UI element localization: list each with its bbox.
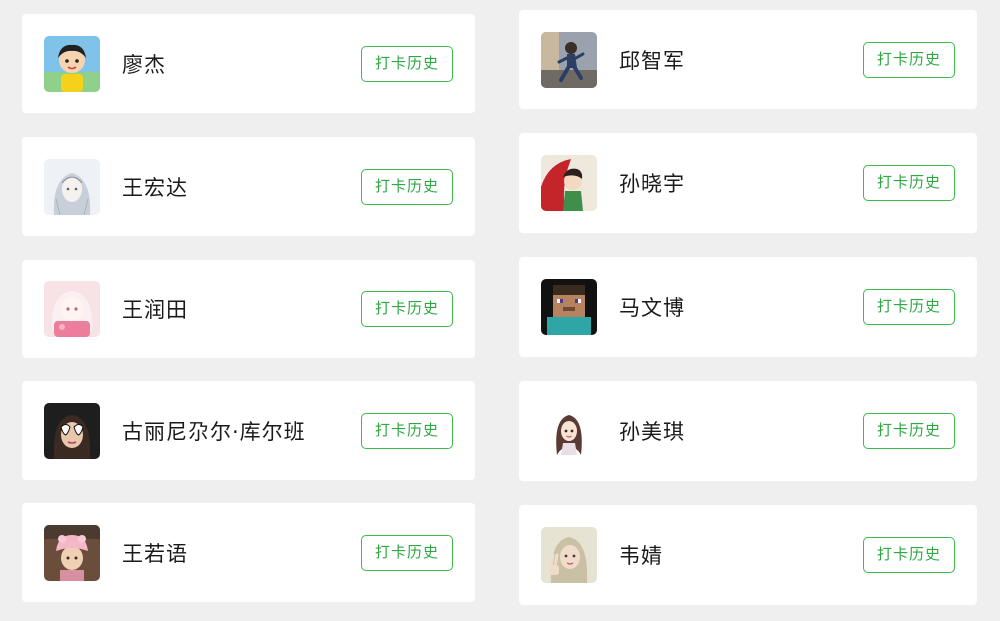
member-card: 王宏达 打卡历史 bbox=[22, 137, 475, 236]
red-umbrella-girl-avatar-icon bbox=[541, 155, 597, 211]
member-card: 孙晓宇 打卡历史 bbox=[519, 133, 977, 233]
member-card: 孙美琪 打卡历史 bbox=[519, 381, 977, 481]
member-name: 王宏达 bbox=[122, 175, 188, 200]
checkin-history-button[interactable]: 打卡历史 bbox=[863, 537, 955, 573]
pink-hat-girl-avatar-icon bbox=[44, 524, 100, 581]
heart-sunglasses-girl-avatar-icon bbox=[44, 402, 100, 459]
checkin-history-button[interactable]: 打卡历史 bbox=[863, 289, 955, 325]
minecraft-steve-avatar-icon bbox=[541, 279, 597, 335]
checkin-history-button[interactable]: 打卡历史 bbox=[863, 165, 955, 201]
member-card: 古丽尼尕尔·库尔班 打卡历史 bbox=[22, 381, 475, 480]
member-name: 古丽尼尕尔·库尔班 bbox=[122, 419, 306, 444]
member-name: 王润田 bbox=[122, 298, 188, 322]
member-name: 韦婧 bbox=[619, 544, 663, 568]
member-name: 王若语 bbox=[122, 541, 188, 566]
cartoon-boy-avatar-icon bbox=[44, 35, 100, 92]
peace-sign-girl-avatar-icon bbox=[541, 527, 597, 583]
member-card: 王润田 打卡历史 bbox=[22, 260, 475, 358]
member-card: 马文博 打卡历史 bbox=[519, 257, 977, 357]
member-name: 孙晓宇 bbox=[619, 172, 685, 196]
member-card: 王若语 打卡历史 bbox=[22, 503, 475, 602]
checkin-history-button[interactable]: 打卡历史 bbox=[361, 168, 453, 205]
checkin-history-button[interactable]: 打卡历史 bbox=[361, 534, 453, 571]
member-card: 韦婧 打卡历史 bbox=[519, 505, 977, 605]
member-card: 邱智军 打卡历史 bbox=[519, 10, 977, 109]
checkin-history-button[interactable]: 打卡历史 bbox=[863, 413, 955, 449]
checkin-history-button[interactable]: 打卡历史 bbox=[361, 45, 453, 82]
member-name: 廖杰 bbox=[122, 52, 166, 77]
running-child-avatar-icon bbox=[541, 31, 597, 88]
checkin-history-button[interactable]: 打卡历史 bbox=[863, 41, 955, 78]
pink-anime-girl-avatar-icon bbox=[44, 281, 100, 337]
member-card: 廖杰 打卡历史 bbox=[22, 14, 475, 113]
member-name: 马文博 bbox=[619, 296, 685, 320]
member-name: 邱智军 bbox=[619, 48, 685, 73]
member-name: 孙美琪 bbox=[619, 420, 685, 444]
checkin-history-button[interactable]: 打卡历史 bbox=[361, 291, 453, 327]
sketch-girl-avatar-icon bbox=[44, 158, 100, 215]
checkin-history-button[interactable]: 打卡历史 bbox=[361, 412, 453, 449]
cartoon-girl-long-hair-avatar-icon bbox=[541, 403, 597, 459]
